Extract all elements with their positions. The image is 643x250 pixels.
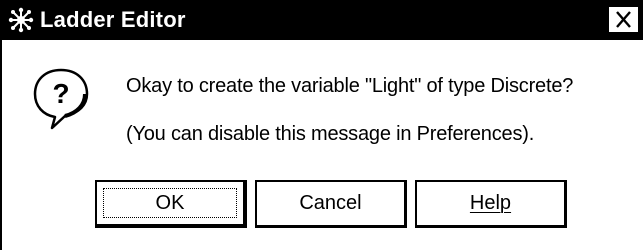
cancel-button-label: Cancel [299,192,362,214]
title-bar[interactable]: Ladder Editor [2,0,643,40]
cancel-button[interactable]: Cancel [255,180,407,228]
confirm-dialog: Ladder Editor ? Okay to create the varia… [0,0,643,250]
question-balloon-icon: ? [33,68,89,130]
close-button[interactable] [608,6,639,33]
window-title: Ladder Editor [40,7,186,32]
close-icon [616,11,631,28]
help-button-label: Help [469,192,512,214]
message-line-1: Okay to create the variable "Light" of t… [126,75,574,97]
ok-button[interactable]: OK [95,180,247,228]
message-line-2: (You can disable this message in Prefere… [126,123,535,145]
svg-text:?: ? [52,78,69,109]
ok-button-label: OK [155,192,185,214]
ladder-editor-icon [8,7,34,33]
help-button[interactable]: Help [415,180,567,228]
